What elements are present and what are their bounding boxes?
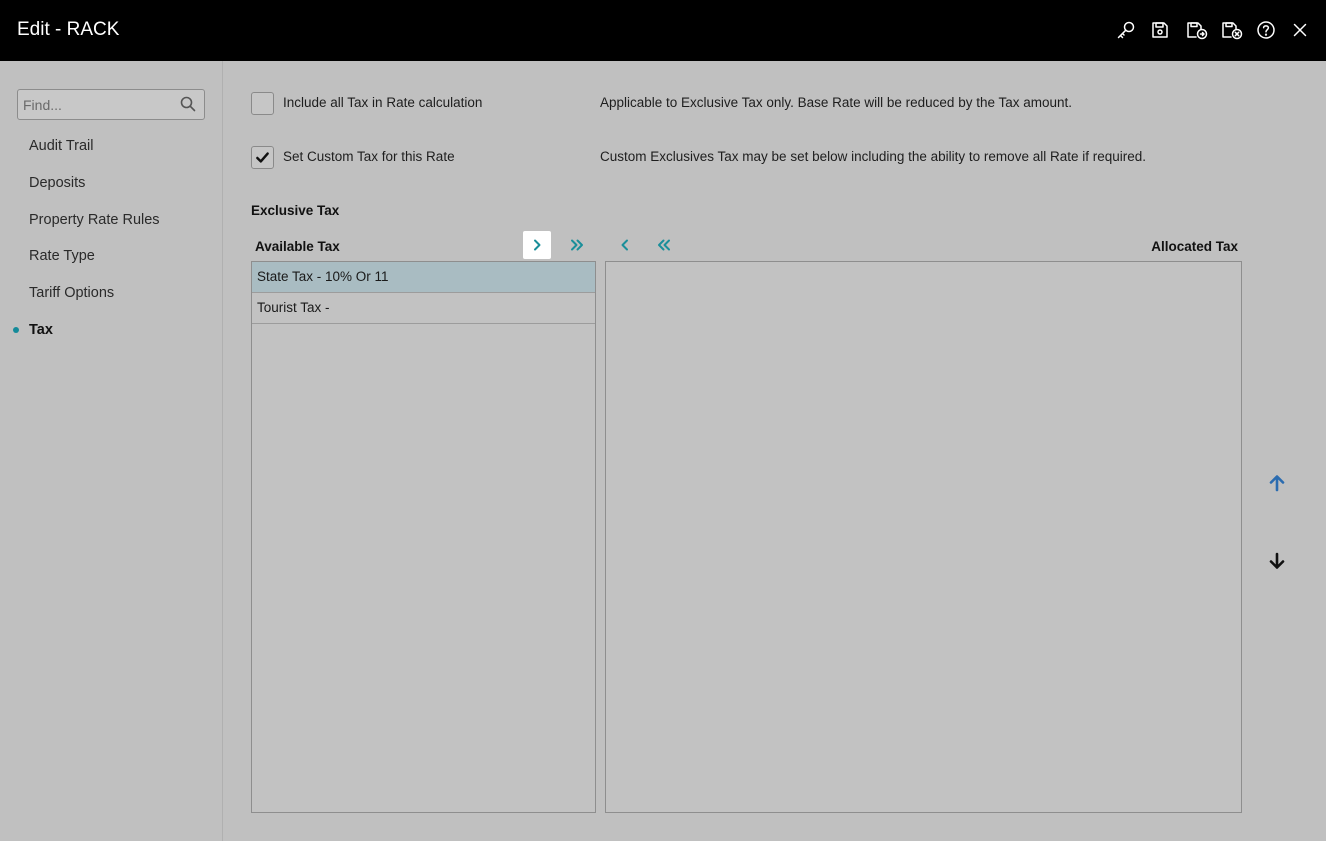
move-up-button[interactable] — [1264, 470, 1290, 496]
sidebar-item-tax[interactable]: Tax — [29, 321, 53, 339]
chevron-right-icon — [534, 239, 541, 251]
include-all-tax-label: Include all Tax in Rate calculation — [283, 95, 483, 110]
allocated-tax-header: Allocated Tax — [1151, 239, 1238, 254]
sidebar-item-tariff-options[interactable]: Tariff Options — [29, 284, 114, 302]
move-all-left-button[interactable] — [650, 231, 678, 259]
move-selected-right-button[interactable] — [523, 231, 551, 259]
available-tax-header: Available Tax — [255, 239, 340, 254]
close-icon[interactable] — [1289, 19, 1311, 41]
help-icon[interactable] — [1255, 19, 1277, 41]
sidebar: Audit Trail Deposits Property Rate Rules… — [0, 61, 223, 841]
move-all-right-button[interactable] — [563, 231, 591, 259]
save-icon[interactable] — [1149, 19, 1171, 41]
set-custom-tax-description: Custom Exclusives Tax may be set below i… — [600, 149, 1147, 164]
save-close-icon[interactable] — [1220, 19, 1244, 41]
sidebar-item-audit-trail[interactable]: Audit Trail — [29, 137, 93, 155]
allocated-tax-list[interactable] — [605, 261, 1242, 813]
include-all-tax-description: Applicable to Exclusive Tax only. Base R… — [600, 95, 1073, 110]
available-tax-list[interactable]: State Tax - 10% Or 11 Tourist Tax - — [251, 261, 596, 813]
set-custom-tax-checkbox[interactable] — [251, 146, 274, 169]
double-chevron-left-icon — [658, 239, 670, 251]
main-panel: Include all Tax in Rate calculation Appl… — [224, 61, 1326, 841]
search-box — [17, 89, 205, 120]
move-down-button[interactable] — [1264, 548, 1290, 574]
set-custom-tax-label: Set Custom Tax for this Rate — [283, 149, 455, 164]
move-selected-left-button[interactable] — [611, 231, 639, 259]
active-indicator-dot — [13, 327, 19, 333]
sidebar-item-rate-type[interactable]: Rate Type — [29, 247, 95, 265]
search-icon[interactable] — [180, 96, 196, 112]
list-item-state-tax[interactable]: State Tax - 10% Or 11 — [252, 262, 595, 293]
exclusive-tax-heading: Exclusive Tax — [251, 203, 340, 218]
save-exit-icon[interactable] — [1185, 19, 1209, 41]
list-item-tourist-tax[interactable]: Tourist Tax - — [252, 293, 595, 324]
sidebar-item-property-rate-rules[interactable]: Property Rate Rules — [29, 211, 160, 229]
arrow-down-icon — [1269, 552, 1285, 569]
key-icon[interactable] — [1115, 19, 1137, 41]
sidebar-item-deposits[interactable]: Deposits — [29, 174, 85, 192]
search-input[interactable] — [18, 90, 178, 119]
checkmark-icon — [256, 152, 269, 163]
arrow-up-icon — [1269, 475, 1285, 492]
window-title: Edit - RACK — [17, 19, 120, 40]
include-all-tax-checkbox[interactable] — [251, 92, 274, 115]
chevron-left-icon — [621, 239, 628, 251]
title-bar: Edit - RACK — [0, 0, 1326, 61]
double-chevron-right-icon — [571, 239, 583, 251]
